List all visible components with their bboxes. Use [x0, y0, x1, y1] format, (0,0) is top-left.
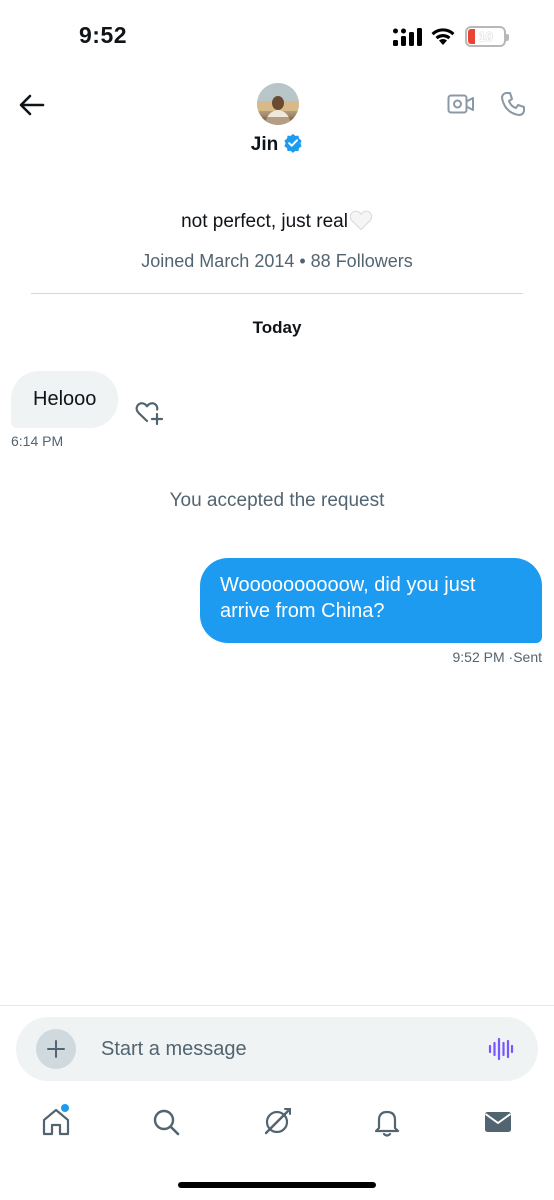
signal-icon: [393, 28, 422, 46]
battery-icon: 10: [465, 26, 509, 47]
message-composer: [16, 1017, 538, 1081]
composer-divider: [0, 1005, 554, 1006]
status-bar: 9:52 10: [0, 0, 554, 70]
outgoing-message-bubble[interactable]: Woooooooooow, did you just arrive from C…: [200, 558, 542, 643]
message-input[interactable]: [101, 1017, 471, 1081]
video-call-icon[interactable]: [447, 92, 475, 116]
white-heart-icon: [349, 210, 373, 231]
profile-bio: not perfect, just real: [0, 209, 554, 233]
bottom-tab-bar: [0, 1100, 554, 1150]
home-notification-dot: [61, 1104, 69, 1112]
profile-meta: Joined March 2014 • 88 Followers: [141, 251, 413, 271]
grok-icon[interactable]: [261, 1106, 293, 1138]
voice-wave-icon[interactable]: [488, 1036, 514, 1062]
avatar-image: [257, 83, 299, 125]
bell-icon[interactable]: [371, 1106, 403, 1138]
home-indicator[interactable]: [178, 1182, 376, 1188]
battery-text: 10: [478, 29, 493, 44]
outgoing-message-meta: 9:52 PM ·Sent: [453, 649, 543, 665]
plus-icon: [47, 1040, 65, 1058]
system-note: You accepted the request: [169, 490, 385, 511]
incoming-message-time: 6:14 PM: [11, 433, 64, 449]
bio-text: not perfect, just real: [181, 211, 348, 232]
verified-badge-icon: [284, 133, 302, 153]
avatar[interactable]: [257, 83, 299, 125]
battery-cap: [506, 34, 509, 41]
search-icon[interactable]: [150, 1106, 182, 1138]
contact-name: Jin: [250, 134, 279, 155]
divider: [31, 293, 523, 294]
outgoing-message-time: 9:52 PM: [452, 649, 505, 665]
phone-icon[interactable]: [499, 90, 527, 118]
status-time: 9:52: [79, 22, 128, 48]
contact-name-row[interactable]: Jin: [0, 133, 554, 156]
outgoing-message-status: ·Sent: [508, 649, 542, 665]
incoming-message-bubble[interactable]: Helooo: [11, 371, 119, 428]
mail-icon[interactable]: [482, 1106, 514, 1138]
wifi-icon: [431, 28, 455, 45]
date-separator: Today: [252, 318, 302, 337]
add-media-button[interactable]: [36, 1029, 76, 1069]
heart-plus-icon[interactable]: [134, 399, 166, 427]
back-arrow-icon[interactable]: [17, 90, 47, 120]
